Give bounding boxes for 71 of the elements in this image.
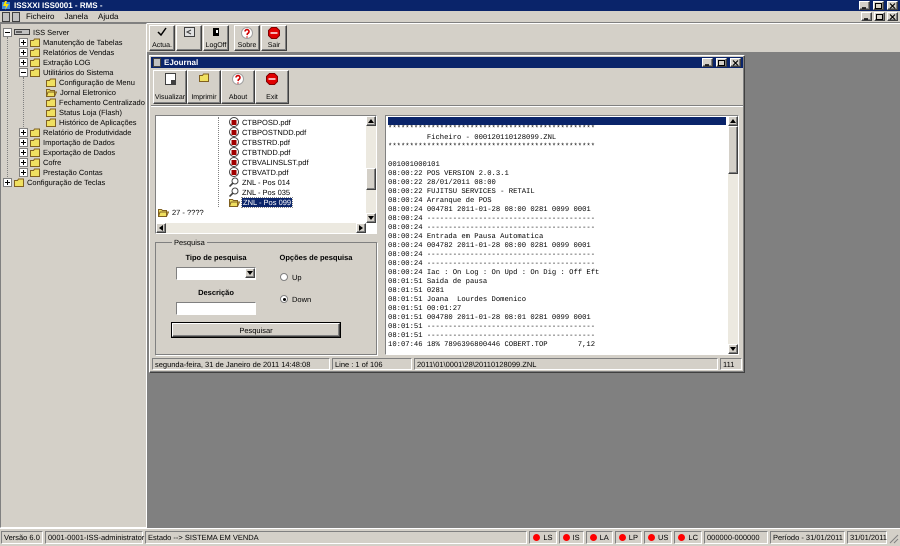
folder-icon [199,72,209,82]
open-folder-icon [158,208,169,216]
server-icon [14,28,30,36]
expand-toggle[interactable] [19,58,28,66]
open-folder-icon [46,88,57,96]
pdf-icon [229,127,239,137]
menu-item[interactable]: Ficheiro [22,12,58,21]
help-icon [232,72,244,84]
stop-icon [268,27,280,39]
expand-toggle[interactable] [19,48,28,56]
pdf-icon [229,147,239,157]
collapse-toggle[interactable] [19,68,28,76]
logoff-icon [212,27,220,37]
scroll-up-button[interactable] [366,116,376,126]
resize-grip-icon[interactable] [889,534,899,544]
page-icon [164,72,176,84]
magnifier-icon [229,187,239,197]
menu-item[interactable]: Janela [60,12,92,21]
collapse-toggle[interactable] [3,28,12,36]
scrollbar-thumb[interactable] [728,126,738,174]
scroll-right-button[interactable] [356,223,366,233]
close-button[interactable] [887,12,898,21]
arrow-icon [158,225,164,231]
window-title: EJournal [164,58,200,67]
magnifier-icon [229,177,239,187]
close-button[interactable] [730,58,741,67]
scroll-up-button[interactable] [728,116,738,126]
close-icon [889,14,896,20]
expand-toggle[interactable] [19,148,28,156]
close-icon [889,2,896,8]
scroll-down-button[interactable] [366,213,376,223]
pdf-icon [229,167,239,177]
maximize-button[interactable] [716,58,727,67]
expand-toggle[interactable] [3,178,12,186]
arrow-icon [730,346,736,352]
search-type-dropdown[interactable] [176,267,256,280]
horizontal-scrollbar[interactable] [156,223,366,233]
maximize-button[interactable] [874,12,885,21]
expand-toggle[interactable] [19,168,28,176]
scroll-down-button[interactable] [728,344,738,354]
close-button[interactable] [887,1,898,10]
window-icon [184,27,194,37]
open-folder-icon [229,198,240,206]
maximize-button[interactable] [873,1,884,10]
close-icon [732,60,739,66]
scroll-left-button[interactable] [156,223,166,233]
arrow-icon [730,118,736,124]
expand-toggle[interactable] [19,38,28,46]
pdf-icon [229,157,239,167]
vertical-scrollbar[interactable] [366,116,376,223]
help-icon [241,27,253,39]
app-icon [2,1,11,10]
vertical-scrollbar[interactable] [728,116,738,354]
expand-toggle[interactable] [19,138,28,146]
check-icon [157,27,167,37]
dropdown-arrow-icon [247,270,253,276]
menu-item[interactable]: Ajuda [94,12,122,21]
minimize-button[interactable] [702,58,713,67]
arrow-icon [368,118,374,124]
minimize-button[interactable] [859,1,870,10]
expand-toggle[interactable] [19,158,28,166]
stop-icon [266,72,278,84]
toolbar-button[interactable] [176,25,202,51]
description-field[interactable] [176,302,256,315]
pdf-icon [229,137,239,147]
minimize-button[interactable] [861,12,872,21]
scrollbar-thumb[interactable] [366,168,376,190]
window-icon [153,58,161,67]
maximize-icon [718,60,725,66]
window-title: ISSXXI ISS0001 - RMS - [14,1,104,10]
expand-toggle[interactable] [19,128,28,136]
